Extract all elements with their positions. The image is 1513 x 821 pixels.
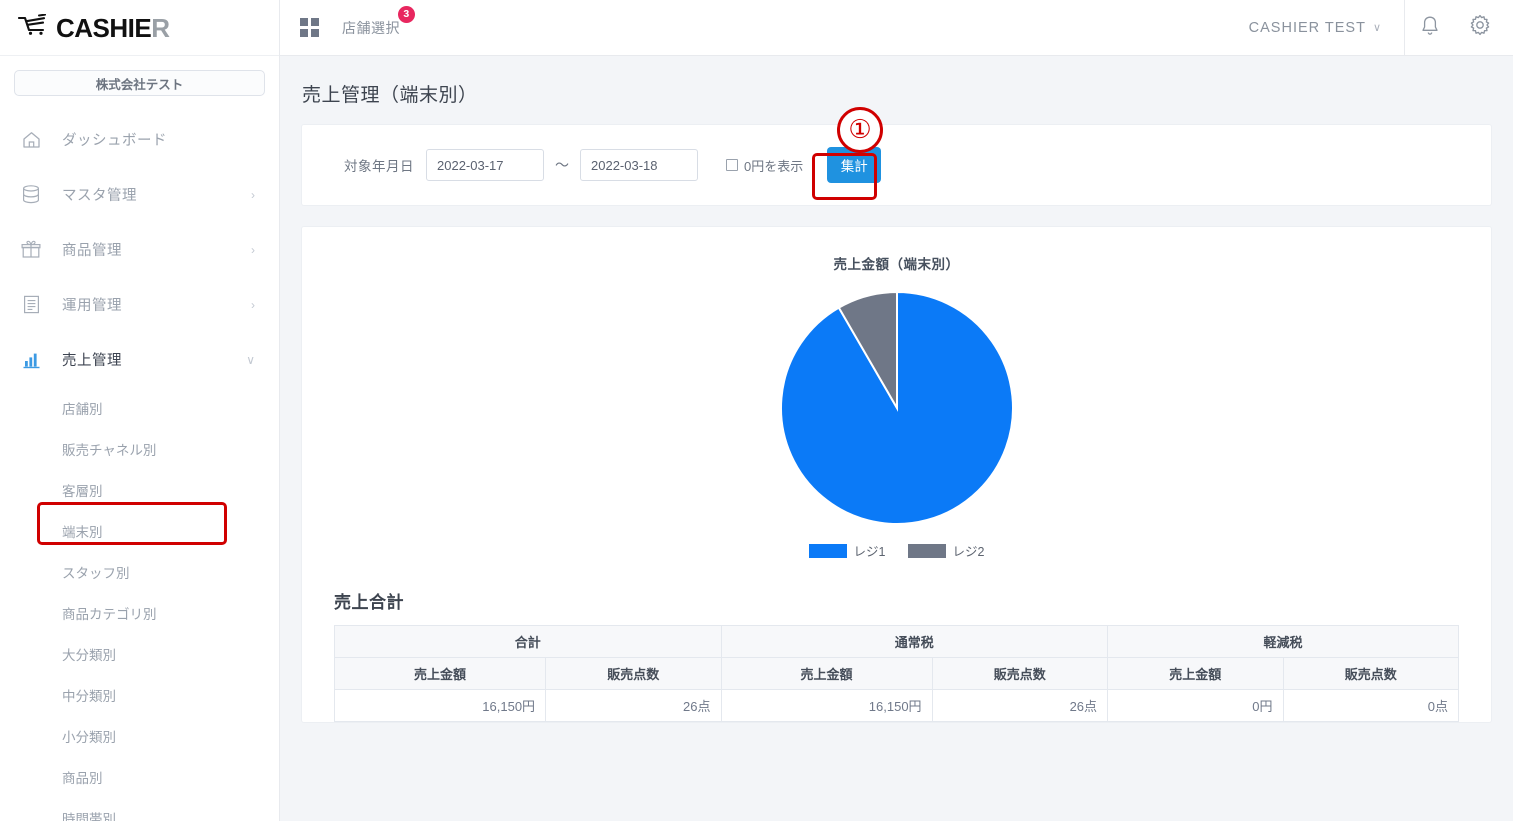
bar-chart-icon — [18, 348, 44, 372]
cell-amount-total: 16,150円 — [333, 689, 547, 722]
settings-button[interactable] — [1455, 0, 1505, 56]
page-title: 売上管理（端末別） — [302, 85, 478, 106]
sub-header-qty-reduced: 販売点数 — [1282, 657, 1459, 690]
group-header-total: 合計 — [334, 625, 722, 658]
legend-item: レジ1 — [808, 541, 886, 560]
chevron-down-icon: ∨ — [1372, 22, 1382, 34]
legend-label: レジ2 — [952, 545, 985, 559]
store-count-badge: 3 — [398, 5, 415, 23]
date-to-input[interactable] — [580, 149, 698, 181]
brand-logo[interactable]: CASHIER — [0, 0, 279, 56]
gift-icon — [18, 238, 44, 262]
legend-swatch — [808, 543, 847, 558]
sidebar-subitem-by-mid-class[interactable]: 中分類別 — [0, 674, 279, 715]
primary-nav: ダッシュボード マスタ管理 › 商品管理 › 運用管理 › 売上管理 ∨ 店舗別… — [0, 112, 279, 821]
checkbox-label: 0円を表示 — [744, 158, 804, 174]
sidebar-item-label: ダッシュボード — [62, 133, 167, 149]
company-selector-button[interactable]: 株式会社テスト — [14, 70, 265, 96]
checkbox-box[interactable] — [726, 159, 738, 171]
bell-icon — [1420, 15, 1440, 41]
date-range-label: 対象年月日 — [344, 159, 414, 174]
sidebar-subitem-by-minor-class[interactable]: 小分類別 — [0, 715, 279, 756]
brand-name: CASHIER — [56, 15, 170, 41]
date-from-input[interactable] — [426, 149, 544, 181]
sidebar-subitem-by-product[interactable]: 商品別 — [0, 756, 279, 797]
top-bar-right: CASHIER TEST ∨ — [1249, 0, 1513, 56]
sidebar-subitem-by-hour[interactable]: 時間帯別 — [0, 797, 279, 821]
filter-panel: 対象年月日 〜 0円を表示 集計 — [302, 125, 1491, 205]
sidebar: CASHIER 株式会社テスト ダッシュボード マスタ管理 › 商品管理 › 運… — [0, 0, 280, 821]
gear-icon — [1469, 14, 1491, 41]
sub-header-qty-total: 販売点数 — [545, 657, 722, 690]
sidebar-subitem-by-major-class[interactable]: 大分類別 — [0, 633, 279, 674]
cell-qty-total: 26点 — [545, 689, 722, 722]
sidebar-item-label: 商品管理 — [62, 243, 122, 259]
database-icon — [18, 183, 44, 207]
home-icon — [18, 128, 44, 152]
chart-title: 売上金額（端末別） — [833, 257, 960, 272]
legend-swatch — [907, 543, 946, 558]
user-menu[interactable]: CASHIER TEST ∨ — [1249, 20, 1404, 36]
sidebar-item-products[interactable]: 商品管理 › — [0, 222, 279, 277]
sidebar-item-master[interactable]: マスタ管理 › — [0, 167, 279, 222]
chart-legend: レジ1 レジ2 — [302, 541, 1491, 560]
store-select-label: 店舗選択 — [342, 19, 400, 36]
cell-qty-normal: 26点 — [931, 689, 1109, 722]
brand-name-tail: R — [151, 12, 170, 43]
sidebar-subitem-by-store[interactable]: 店舗別 — [0, 387, 279, 428]
totals-group-header-row: 合計 通常税 軽減税 — [334, 625, 1459, 658]
totals-table: 合計 通常税 軽減税 売上金額 販売点数 売上金額 販売点数 売上金額 販売点数 — [333, 625, 1459, 722]
results-panel: 売上金額（端末別） レジ1 レジ2 売上合計 合計 通常税 軽減税 売上金額 販… — [302, 227, 1491, 722]
cell-qty-reduced: 0点 — [1282, 689, 1459, 722]
store-select-button[interactable]: 店舗選択 3 — [342, 5, 415, 38]
totals-heading: 売上合計 — [334, 593, 404, 612]
sidebar-subitem-by-segment[interactable]: 客層別 — [0, 469, 279, 510]
group-header-reduced: 軽減税 — [1107, 625, 1459, 658]
sidebar-subitem-by-staff[interactable]: スタッフ別 — [0, 551, 279, 592]
sidebar-item-label: 運用管理 — [62, 298, 122, 314]
app-root: CASHIER 株式会社テスト ダッシュボード マスタ管理 › 商品管理 › 運… — [0, 0, 1513, 821]
sub-header-amount-total: 売上金額 — [333, 657, 547, 690]
cell-amount-normal: 16,150円 — [720, 689, 933, 722]
legend-label: レジ1 — [853, 545, 886, 559]
sidebar-item-dashboard[interactable]: ダッシュボード — [0, 112, 279, 167]
grid-icon[interactable] — [300, 18, 319, 37]
totals-table-head: 合計 通常税 軽減税 売上金額 販売点数 売上金額 販売点数 売上金額 販売点数 — [333, 625, 1459, 690]
chevron-down-icon: ∨ — [246, 352, 255, 367]
top-bar: 店舗選択 3 CASHIER TEST ∨ — [280, 0, 1513, 56]
sub-header-amount-normal: 売上金額 — [720, 657, 933, 690]
table-row: 16,150円 26点 16,150円 26点 0円 0点 — [333, 689, 1459, 722]
date-range-separator: 〜 — [555, 157, 569, 173]
main-area: 店舗選択 3 CASHIER TEST ∨ 売上管理（端末別） 対象年月日 20… — [280, 0, 1513, 821]
totals-sub-header-row: 売上金額 販売点数 売上金額 販売点数 売上金額 販売点数 — [333, 657, 1459, 690]
chevron-right-icon: › — [251, 187, 255, 202]
notifications-button[interactable] — [1405, 0, 1455, 56]
cell-amount-reduced: 0円 — [1107, 689, 1284, 722]
annotation-step-1: ① — [837, 107, 883, 153]
legend-item: レジ2 — [907, 541, 985, 560]
sidebar-item-label: マスタ管理 — [62, 188, 137, 204]
brand-name-main: CASHIE — [56, 12, 152, 43]
chevron-right-icon: › — [251, 242, 255, 257]
show-zero-yen-checkbox[interactable]: 0円を表示 — [726, 156, 803, 175]
shopping-cart-icon — [17, 13, 48, 41]
sidebar-item-operations[interactable]: 運用管理 › — [0, 277, 279, 332]
sidebar-item-sales[interactable]: 売上管理 ∨ — [0, 332, 279, 387]
chevron-right-icon: › — [251, 297, 255, 312]
sales-sub-nav: 店舗別 販売チャネル別 客層別 端末別 スタッフ別 商品カテゴリ別 大分類別 中… — [0, 387, 279, 821]
sub-header-amount-reduced: 売上金額 — [1107, 657, 1284, 690]
sub-header-qty-normal: 販売点数 — [931, 657, 1109, 690]
page-content: 売上管理（端末別） 対象年月日 〜 0円を表示 集計 売上金額（端末別） — [280, 56, 1513, 821]
pie-chart-svg — [779, 291, 1014, 525]
totals-table-body: 16,150円 26点 16,150円 26点 0円 0点 — [333, 689, 1459, 722]
sidebar-subitem-by-category[interactable]: 商品カテゴリ別 — [0, 592, 279, 633]
pie-chart — [302, 291, 1491, 525]
sidebar-item-label: 売上管理 — [62, 353, 122, 369]
group-header-normal: 通常税 — [720, 625, 1109, 658]
sidebar-subitem-by-channel[interactable]: 販売チャネル別 — [0, 428, 279, 469]
user-menu-label: CASHIER TEST — [1248, 19, 1366, 36]
sidebar-subitem-by-terminal[interactable]: 端末別 — [0, 510, 279, 551]
document-icon — [18, 293, 44, 317]
